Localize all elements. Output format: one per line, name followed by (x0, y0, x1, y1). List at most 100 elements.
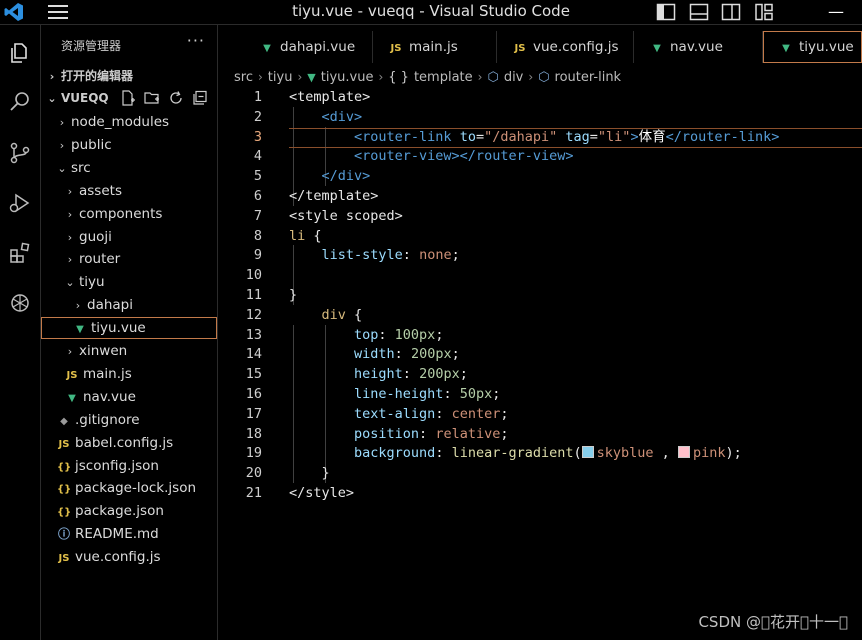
new-folder-icon[interactable] (143, 89, 161, 107)
more-actions-button[interactable]: ··· (187, 31, 205, 50)
tree-item-label: nav.vue (83, 388, 136, 405)
breadcrumb-item[interactable]: template (414, 70, 473, 85)
breadcrumb-item[interactable]: router-link (555, 70, 622, 85)
tab-nav-vue[interactable]: ▼ nav.vue (634, 31, 763, 63)
json-icon: {} (57, 507, 72, 519)
code-line[interactable]: 12 div { (218, 305, 862, 325)
js-icon: JS (514, 43, 526, 54)
code-text: position: relative; (289, 425, 509, 442)
code-text: div { (289, 306, 363, 323)
folder-item[interactable]: › dahapi (41, 294, 217, 316)
line-number: 16 (245, 386, 262, 402)
tab-vue-config-js[interactable]: JS vue.config.js (497, 31, 634, 63)
customize-layout-icon[interactable] (754, 2, 774, 22)
breadcrumb-item[interactable]: tiyu.vue (321, 70, 374, 85)
chevron-down-icon: ⌄ (57, 161, 67, 175)
vue-icon: ▼ (307, 70, 316, 84)
code-line[interactable]: 3 <router-link to="/dahapi" tag="li">体育<… (218, 127, 862, 148)
code-line[interactable]: 8 li { (218, 226, 862, 246)
code-line[interactable]: 2 <div> (218, 107, 862, 127)
code-line[interactable]: 6 </template> (218, 186, 862, 206)
code-line[interactable]: 19 background: linear-gradient(skyblue ,… (218, 443, 862, 463)
code-line[interactable]: 14 width: 200px; (218, 344, 862, 364)
file-item[interactable]: JS babel.config.js (41, 432, 217, 454)
breadcrumb-item[interactable]: src (234, 70, 253, 85)
line-number: 4 (253, 148, 262, 165)
line-number: 7 (253, 207, 262, 224)
file-item[interactable]: {} package.json (41, 500, 217, 522)
tree-item-label: assets (79, 182, 122, 199)
explorer-icon[interactable] (4, 37, 36, 69)
vue-icon: ▼ (653, 43, 661, 54)
code-line[interactable]: 17 text-align: center; (218, 404, 862, 424)
code-line[interactable]: 13 top: 100px; (218, 325, 862, 345)
folder-item[interactable]: › xinwen (41, 340, 217, 362)
chatgpt-icon[interactable] (4, 287, 36, 319)
file-item[interactable]: ▼ tiyu.vue (41, 317, 217, 340)
breadcrumb-item[interactable]: tiyu (268, 70, 293, 85)
folder-item[interactable]: ⌄ tiyu (41, 271, 217, 293)
code-line[interactable]: 7 <style scoped> (218, 206, 862, 226)
toggle-secondary-sidebar-icon[interactable] (721, 2, 741, 22)
file-item[interactable]: JS main.js (41, 363, 217, 385)
vue-icon: ▼ (76, 324, 84, 336)
chevron-right-icon: › (257, 70, 263, 84)
open-editors-section[interactable]: › 打开的编辑器 (47, 67, 133, 84)
code-line[interactable]: 11} (218, 285, 862, 305)
toggle-primary-sidebar-icon[interactable] (656, 2, 676, 22)
refresh-icon[interactable] (167, 89, 185, 107)
folder-item[interactable]: › components (41, 203, 217, 225)
file-item[interactable]: ◆ .gitignore (41, 409, 217, 431)
file-item[interactable]: {} package-lock.json (41, 477, 217, 499)
code-text: } (289, 465, 330, 482)
code-line[interactable]: 21 </style> (218, 483, 862, 503)
source-control-icon[interactable] (4, 137, 36, 169)
code-line[interactable]: 1 <template> (218, 87, 862, 107)
line-number: 11 (245, 287, 262, 303)
code-line[interactable]: 10 (218, 265, 862, 285)
folder-item[interactable]: › guoji (41, 226, 217, 248)
code-text: background: linear-gradient(skyblue , pi… (289, 445, 742, 462)
project-section[interactable]: ⌄ VUEQQ (47, 91, 108, 105)
code-text: </div> (289, 168, 371, 185)
extensions-icon[interactable] (4, 237, 36, 269)
code-line[interactable]: 5 </div> (218, 166, 862, 186)
code-line[interactable]: 16 line-height: 50px; (218, 384, 862, 404)
folder-item[interactable]: › public (41, 134, 217, 156)
folder-item[interactable]: › router (41, 248, 217, 270)
tree-item-label: xinwen (79, 343, 128, 359)
new-file-icon[interactable] (119, 89, 137, 107)
folder-item[interactable]: ⌄ src (41, 157, 217, 179)
color-swatch-skyblue[interactable] (581, 446, 594, 459)
tab-main-js[interactable]: JS main.js (373, 31, 497, 63)
file-item[interactable]: ▼ nav.vue (41, 386, 217, 408)
code-line[interactable]: 18 position: relative; (218, 424, 862, 444)
file-item[interactable]: ⓘ README.md (41, 523, 217, 545)
collapse-all-icon[interactable] (191, 89, 209, 107)
code-line[interactable]: 15 height: 200px; (218, 364, 862, 384)
tab-dahapi-vue[interactable]: ▼ dahapi.vue (244, 31, 373, 63)
color-swatch-pink[interactable] (677, 446, 690, 459)
tree-item-label: main.js (83, 365, 132, 382)
file-item[interactable]: JS vue.config.js (41, 546, 217, 568)
minimize-button[interactable]: — (828, 2, 844, 21)
code-line[interactable]: 9 list-style: none; (218, 245, 862, 265)
folder-item[interactable]: › node_modules (41, 111, 217, 133)
code-text: line-height: 50px; (289, 386, 501, 402)
search-icon[interactable] (4, 86, 36, 118)
tab-tiyu-vue[interactable]: ▼ tiyu.vue (763, 31, 862, 63)
chevron-right-icon: › (477, 70, 483, 84)
chevron-right-icon: › (67, 230, 73, 244)
code-line[interactable]: 20 } (218, 463, 862, 483)
chevron-right-icon: › (297, 70, 303, 84)
run-debug-icon[interactable] (4, 187, 36, 219)
breadcrumb-item[interactable]: div (504, 70, 524, 85)
line-number: 10 (245, 267, 262, 284)
title-bar: tiyu.vue - vueqq - Visual Studio Code — (0, 0, 862, 25)
file-item[interactable]: {} jsconfig.json (41, 455, 217, 477)
toggle-panel-icon[interactable] (689, 2, 709, 22)
code-editor[interactable]: 1 <template> 2 <div> 3 <router-link to="/da… (218, 87, 862, 640)
folder-item[interactable]: › assets (41, 180, 217, 202)
code-line[interactable]: 4 <router-view></router-view> (218, 146, 862, 166)
line-number: 12 (245, 306, 262, 323)
